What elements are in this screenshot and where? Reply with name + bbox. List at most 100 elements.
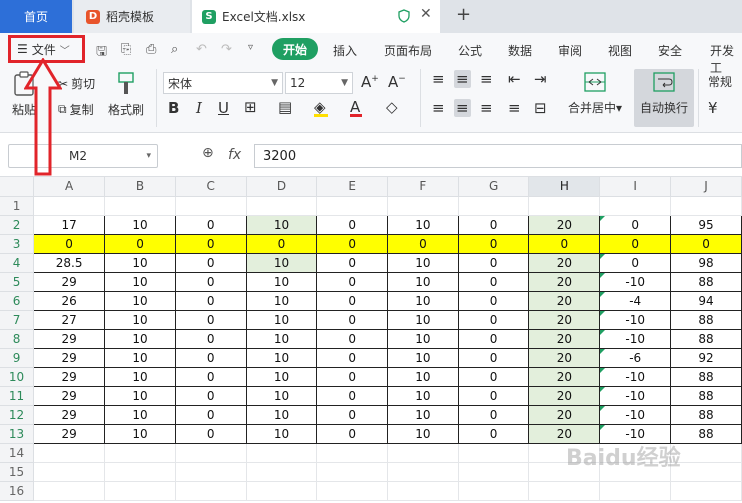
cell[interactable] — [457, 480, 530, 501]
cell[interactable]: 10 — [245, 328, 318, 349]
new-tab-icon[interactable]: + — [456, 4, 471, 25]
cell[interactable]: 0 — [316, 366, 388, 387]
print-preview-icon[interactable]: ⌕ — [171, 42, 178, 57]
align-right-icon[interactable]: ≡ — [480, 99, 493, 117]
align-middle-icon[interactable]: ≡ — [454, 70, 471, 88]
cell[interactable]: 0 — [599, 214, 672, 235]
cell[interactable]: -10 — [599, 328, 672, 349]
cell[interactable] — [670, 480, 742, 501]
row-header[interactable]: 7 — [0, 310, 35, 330]
cell[interactable] — [316, 442, 388, 463]
column-header[interactable]: F — [387, 177, 459, 197]
cell[interactable] — [599, 480, 672, 501]
cell[interactable] — [104, 195, 176, 216]
cell[interactable]: 10 — [104, 214, 176, 235]
undo-icon[interactable]: ↶ — [196, 42, 207, 57]
cell[interactable]: 0 — [457, 252, 530, 273]
cell[interactable]: 88 — [670, 423, 742, 444]
column-header[interactable]: C — [175, 177, 247, 197]
redo-icon[interactable]: ↷ — [221, 42, 232, 57]
cell[interactable]: 0 — [386, 233, 459, 254]
row-header[interactable]: 8 — [0, 329, 35, 349]
cell[interactable]: 10 — [245, 214, 318, 235]
print-icon[interactable]: ⎙ — [146, 42, 156, 57]
cell[interactable]: 29 — [33, 423, 106, 444]
cell[interactable]: 0 — [316, 252, 388, 273]
cell[interactable]: 20 — [528, 271, 601, 292]
cell[interactable]: 10 — [386, 404, 459, 425]
cell[interactable] — [33, 461, 106, 482]
cell[interactable]: 94 — [670, 290, 742, 311]
cell[interactable]: 88 — [670, 366, 742, 387]
currency-icon[interactable]: ¥ — [708, 99, 718, 117]
cell[interactable]: 10 — [386, 347, 459, 368]
cell[interactable] — [104, 442, 176, 463]
cell[interactable]: 20 — [528, 328, 601, 349]
row-header[interactable]: 1 — [0, 196, 35, 216]
tab-excel-document[interactable]: S Excel文档.xlsx ✕ — [192, 0, 440, 33]
column-header[interactable]: E — [316, 177, 388, 197]
cell[interactable]: 10 — [386, 366, 459, 387]
cell[interactable]: 0 — [457, 271, 530, 292]
cell[interactable] — [33, 442, 106, 463]
column-header[interactable]: H — [528, 177, 601, 197]
cell[interactable] — [245, 195, 318, 216]
cell[interactable]: 0 — [457, 214, 530, 235]
cell[interactable]: 29 — [33, 366, 106, 387]
cell[interactable]: 10 — [245, 252, 318, 273]
cell[interactable] — [33, 195, 106, 216]
cell[interactable]: 98 — [670, 252, 742, 273]
underline-icon[interactable]: U — [218, 99, 229, 117]
cell[interactable]: 0 — [174, 271, 247, 292]
cell[interactable]: 0 — [457, 366, 530, 387]
copy-button[interactable]: ⧉ 复制 — [58, 101, 94, 118]
cell[interactable]: 10 — [386, 252, 459, 273]
row-header[interactable]: 16 — [0, 481, 35, 501]
cell[interactable]: 10 — [245, 347, 318, 368]
cell[interactable]: 0 — [174, 309, 247, 330]
cell[interactable] — [316, 195, 388, 216]
row-header[interactable]: 11 — [0, 386, 35, 406]
menu-tab-security[interactable]: 安全 — [658, 42, 682, 59]
cell[interactable]: 0 — [174, 366, 247, 387]
cell[interactable] — [386, 195, 459, 216]
cell[interactable]: 10 — [245, 423, 318, 444]
menu-tab-review[interactable]: 审阅 — [558, 42, 582, 59]
cell[interactable]: 0 — [316, 423, 388, 444]
fill-pattern-icon[interactable]: ▤ — [278, 98, 292, 116]
cell[interactable]: 0 — [670, 233, 742, 254]
cell[interactable] — [599, 195, 672, 216]
cell[interactable]: 0 — [316, 309, 388, 330]
cell[interactable]: 0 — [316, 233, 388, 254]
cell[interactable]: 20 — [528, 347, 601, 368]
cell[interactable]: 26 — [33, 290, 106, 311]
cell[interactable]: 10 — [245, 385, 318, 406]
menu-tab-insert[interactable]: 插入 — [333, 42, 357, 59]
cell[interactable]: 0 — [457, 423, 530, 444]
cell[interactable]: 10 — [245, 309, 318, 330]
increase-font-icon[interactable]: A+ — [361, 73, 379, 91]
cell[interactable]: 0 — [174, 347, 247, 368]
cell[interactable]: 17 — [33, 214, 106, 235]
cell[interactable]: 0 — [457, 385, 530, 406]
font-color-icon[interactable]: A — [350, 98, 362, 117]
cell[interactable]: 10 — [386, 271, 459, 292]
column-header[interactable]: I — [599, 177, 672, 197]
cell[interactable]: 0 — [528, 233, 601, 254]
cell[interactable]: 0 — [457, 309, 530, 330]
cell[interactable]: 29 — [33, 404, 106, 425]
cell[interactable]: 0 — [457, 328, 530, 349]
cell[interactable]: 10 — [245, 271, 318, 292]
column-header[interactable]: J — [670, 177, 742, 197]
row-header[interactable]: 13 — [0, 424, 35, 444]
row-header[interactable]: 2 — [0, 215, 35, 235]
font-size-select[interactable]: 12 ▼ — [285, 72, 353, 94]
cell[interactable]: 27 — [33, 309, 106, 330]
align-center-icon[interactable]: ≡ — [454, 99, 471, 117]
cell[interactable]: 0 — [599, 233, 672, 254]
cell[interactable]: -10 — [599, 271, 672, 292]
cell[interactable] — [386, 480, 459, 501]
function-icon[interactable]: fx — [228, 147, 241, 163]
cell[interactable]: 0 — [174, 404, 247, 425]
customize-dropdown-icon[interactable]: ▿ — [248, 42, 253, 53]
